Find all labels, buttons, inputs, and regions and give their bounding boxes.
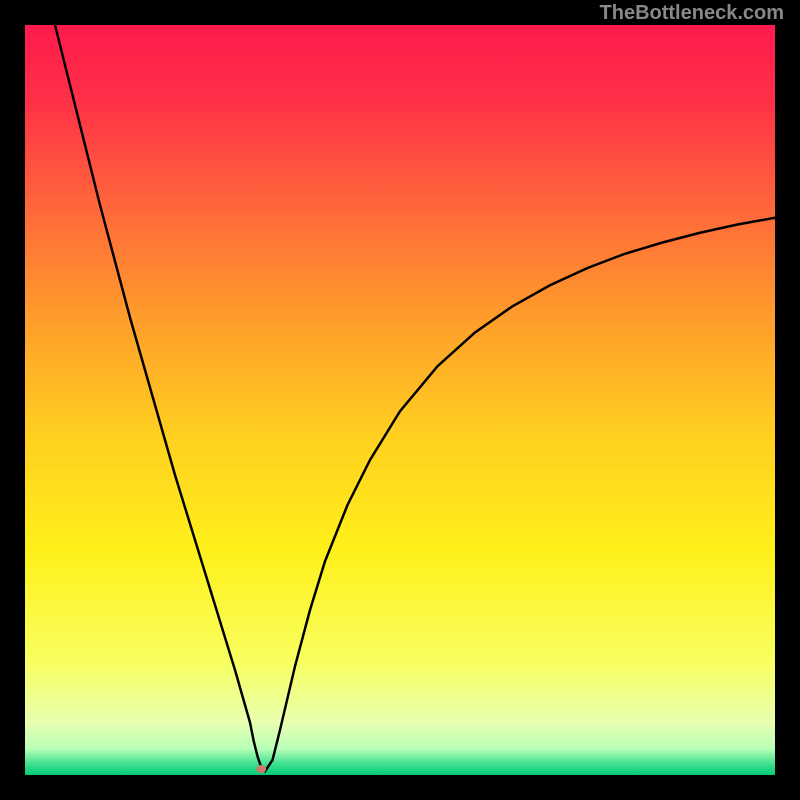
chart-container: TheBottleneck.com xyxy=(0,0,800,800)
optimum-marker xyxy=(256,765,266,773)
watermark-text: TheBottleneck.com xyxy=(600,2,784,25)
bottleneck-plot xyxy=(25,25,775,775)
gradient-background xyxy=(25,25,775,775)
